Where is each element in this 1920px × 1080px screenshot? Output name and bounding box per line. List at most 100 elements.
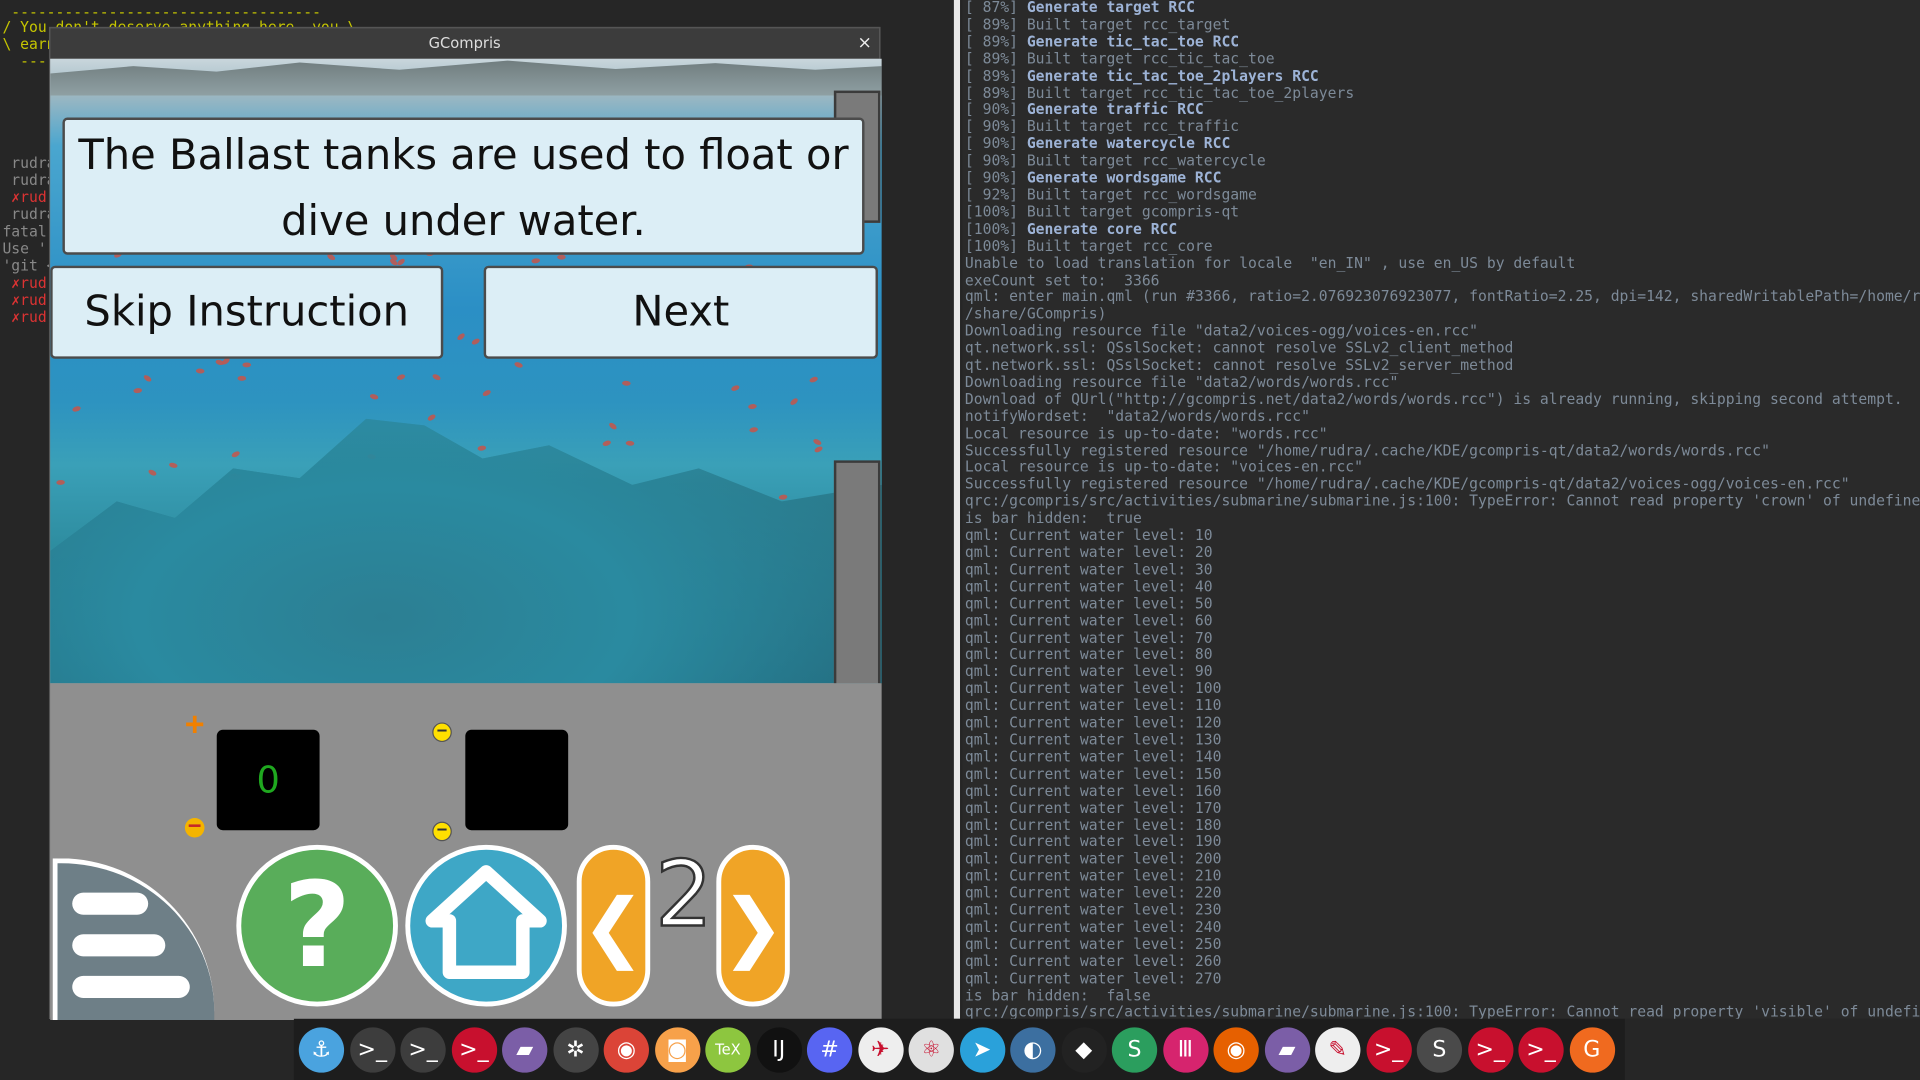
terminal-text: qml: Current water level: 220 bbox=[964, 884, 1222, 902]
terminal-text: Built target rcc_tic_tac_toe bbox=[1026, 49, 1275, 68]
terminal-text: /share/GCompris) bbox=[964, 305, 1107, 323]
terminal-line: qml: Current water level: 20 bbox=[962, 544, 1920, 562]
terminal-line: qml: Current water level: 230 bbox=[962, 901, 1920, 919]
terminal-text: Built target rcc_tic_tac_toe_2players bbox=[1026, 83, 1355, 102]
fish bbox=[749, 426, 759, 433]
build-percent: [100%] bbox=[964, 237, 1027, 255]
next-button[interactable]: Next bbox=[483, 265, 878, 359]
dock: ⚓ >_ >_ >_ ▰ ✲ ◉ ◙ TeX IJ # ✈ ⚛ ➤ ◐ ◆ S Ⅲ ◉ ▰ ✎ >_ S >_ >_ G bbox=[293, 1018, 1625, 1080]
atom-icon[interactable]: ⚛ bbox=[908, 1026, 954, 1073]
terminal-red-icon[interactable]: >_ bbox=[1365, 1026, 1412, 1073]
terminal-line: [ 90%] Built target rcc_watercycle bbox=[962, 152, 1920, 170]
next-level-button[interactable]: ❯ bbox=[716, 844, 790, 1007]
gcompris-icon[interactable]: G bbox=[1569, 1026, 1615, 1073]
terminal-line: Downloading resource file "data2/voices-… bbox=[962, 322, 1920, 341]
terminal-text: qml: Current water level: 180 bbox=[964, 816, 1222, 834]
terminal-line: Unable to load translation for locale "e… bbox=[962, 254, 1920, 272]
terminal-line: Successfully registered resource "/home/… bbox=[962, 476, 1920, 494]
fish bbox=[813, 445, 824, 454]
terminal-text: Downloading resource file "data2/voices-… bbox=[964, 322, 1479, 340]
terminal-text: qml: Current water level: 230 bbox=[964, 901, 1222, 919]
unity-icon[interactable]: ◆ bbox=[1061, 1026, 1107, 1073]
previous-level-button[interactable]: ❮ bbox=[576, 844, 651, 1007]
terminal-line: [ 89%] Generate tic_tac_toe_2players RCC bbox=[962, 66, 1920, 85]
terminal-line: ---- bbox=[2, 52, 56, 70]
ballast-empty-button[interactable]: − bbox=[184, 815, 205, 838]
terminal-line: qml: Current water level: 120 bbox=[962, 714, 1920, 732]
telegram-icon[interactable]: ➤ bbox=[959, 1026, 1005, 1073]
tex-icon[interactable]: TeX bbox=[705, 1026, 751, 1073]
fish bbox=[195, 368, 205, 374]
terminal-line: ✗rud bbox=[2, 291, 47, 309]
fish bbox=[625, 440, 635, 447]
chevron-right-icon: ❯ bbox=[721, 881, 785, 971]
fish bbox=[531, 257, 541, 264]
right-ballast-fill-button[interactable]: − bbox=[432, 722, 452, 743]
chrome-icon[interactable]: ◉ bbox=[603, 1026, 649, 1073]
right-terminal[interactable]: [ 87%] Generate target RCC[ 89%] Built t… bbox=[962, 0, 1920, 1019]
terminal-text: qml: Current water level: 190 bbox=[964, 833, 1222, 851]
terminal-line: [ 90%] Generate wordsgame RCC bbox=[962, 169, 1920, 187]
terminal-text: Built target gcompris-qt bbox=[1026, 203, 1240, 221]
intellij-icon[interactable]: IJ bbox=[756, 1026, 802, 1073]
terminal-red-icon[interactable]: >_ bbox=[451, 1026, 497, 1073]
terminal-line: [ 89%] Built target rcc_target bbox=[962, 15, 1920, 34]
terminal-line: qml: Current water level: 130 bbox=[962, 731, 1920, 749]
ballast-fill-button[interactable]: + bbox=[185, 709, 205, 741]
audio-icon[interactable]: Ⅲ bbox=[1162, 1026, 1208, 1073]
terminal-text: Generate target RCC bbox=[1026, 0, 1195, 16]
terminal-text: Download of QUrl("http://gcompris.net/da… bbox=[964, 390, 1903, 408]
terminal-text: Generate wordsgame RCC bbox=[1026, 169, 1222, 187]
terminal-text: notifyWordset: "data2/words/words.rcc" bbox=[964, 407, 1310, 425]
terminal-text: qml: Current water level: 160 bbox=[964, 782, 1222, 800]
fish bbox=[621, 380, 631, 387]
terminal-icon[interactable]: >_ bbox=[400, 1026, 446, 1073]
terminal-text: qml: Current water level: 140 bbox=[964, 748, 1222, 766]
skip-instruction-button[interactable]: Skip Instruction bbox=[50, 265, 444, 359]
slack-icon[interactable]: # bbox=[806, 1026, 853, 1073]
terminal-red-icon[interactable]: >_ bbox=[1518, 1026, 1564, 1073]
water-tank-bottom bbox=[833, 460, 881, 684]
terminal-line: qml: Current water level: 140 bbox=[962, 748, 1920, 766]
terminal-red-icon[interactable]: >_ bbox=[1467, 1026, 1513, 1073]
help-button[interactable]: ? bbox=[236, 844, 398, 1007]
blender-icon[interactable]: ◐ bbox=[1010, 1026, 1056, 1073]
close-icon[interactable]: × bbox=[857, 28, 871, 59]
terminal-text: qt.network.ssl: QSslSocket: cannot resol… bbox=[964, 339, 1514, 357]
terminal-line: [100%] Generate core RCC bbox=[962, 220, 1920, 238]
s-app-icon[interactable]: S bbox=[1111, 1026, 1158, 1073]
terminal-line: [ 87%] Generate target RCC bbox=[962, 0, 1920, 17]
fish bbox=[242, 362, 252, 368]
files-icon[interactable]: ▰ bbox=[502, 1026, 548, 1073]
firefox-icon[interactable]: ◉ bbox=[1213, 1026, 1259, 1073]
split-divider[interactable] bbox=[953, 0, 961, 1019]
terminal-text: Built target rcc_target bbox=[1026, 15, 1231, 33]
fish bbox=[607, 421, 618, 431]
window-titlebar[interactable]: GCompris × bbox=[50, 28, 880, 59]
terminal-text: qml: Current water level: 100 bbox=[964, 679, 1222, 698]
menu-button[interactable] bbox=[52, 858, 215, 1021]
terminal-line: qml: Current water level: 70 bbox=[962, 629, 1920, 647]
terminal-icon[interactable]: >_ bbox=[349, 1026, 395, 1073]
build-percent: [ 90%] bbox=[964, 135, 1027, 153]
settings-icon[interactable]: ✲ bbox=[552, 1026, 599, 1073]
terminal-line: qml: Current water level: 110 bbox=[962, 697, 1920, 715]
terminal-text: qml: Current water level: 210 bbox=[964, 867, 1222, 885]
terminal-text: is bar hidden: false bbox=[964, 986, 1151, 1004]
terminal-line: rudra bbox=[2, 171, 56, 189]
level-number: 2 bbox=[654, 841, 714, 949]
folder-icon[interactable]: ▰ bbox=[1264, 1026, 1310, 1073]
terminal-line: qml: Current water level: 220 bbox=[962, 884, 1920, 902]
sublime-icon[interactable]: S bbox=[1416, 1026, 1463, 1073]
satellite-icon[interactable]: ✈ bbox=[857, 1026, 904, 1073]
terminal-line: rudra bbox=[2, 205, 56, 223]
home-button[interactable] bbox=[405, 844, 567, 1007]
terminal-text: qml: Current water level: 250 bbox=[964, 935, 1222, 953]
fish bbox=[513, 361, 524, 369]
right-ballast-empty-button[interactable]: − bbox=[432, 821, 452, 842]
anchor-icon[interactable]: ⚓ bbox=[298, 1026, 345, 1073]
screenshot-icon[interactable]: ◙ bbox=[654, 1026, 700, 1073]
pen-icon[interactable]: ✎ bbox=[1315, 1026, 1361, 1073]
terminal-text: Generate tic_tac_toe_2players RCC bbox=[1026, 66, 1319, 85]
build-percent: [ 90%] bbox=[964, 152, 1027, 170]
